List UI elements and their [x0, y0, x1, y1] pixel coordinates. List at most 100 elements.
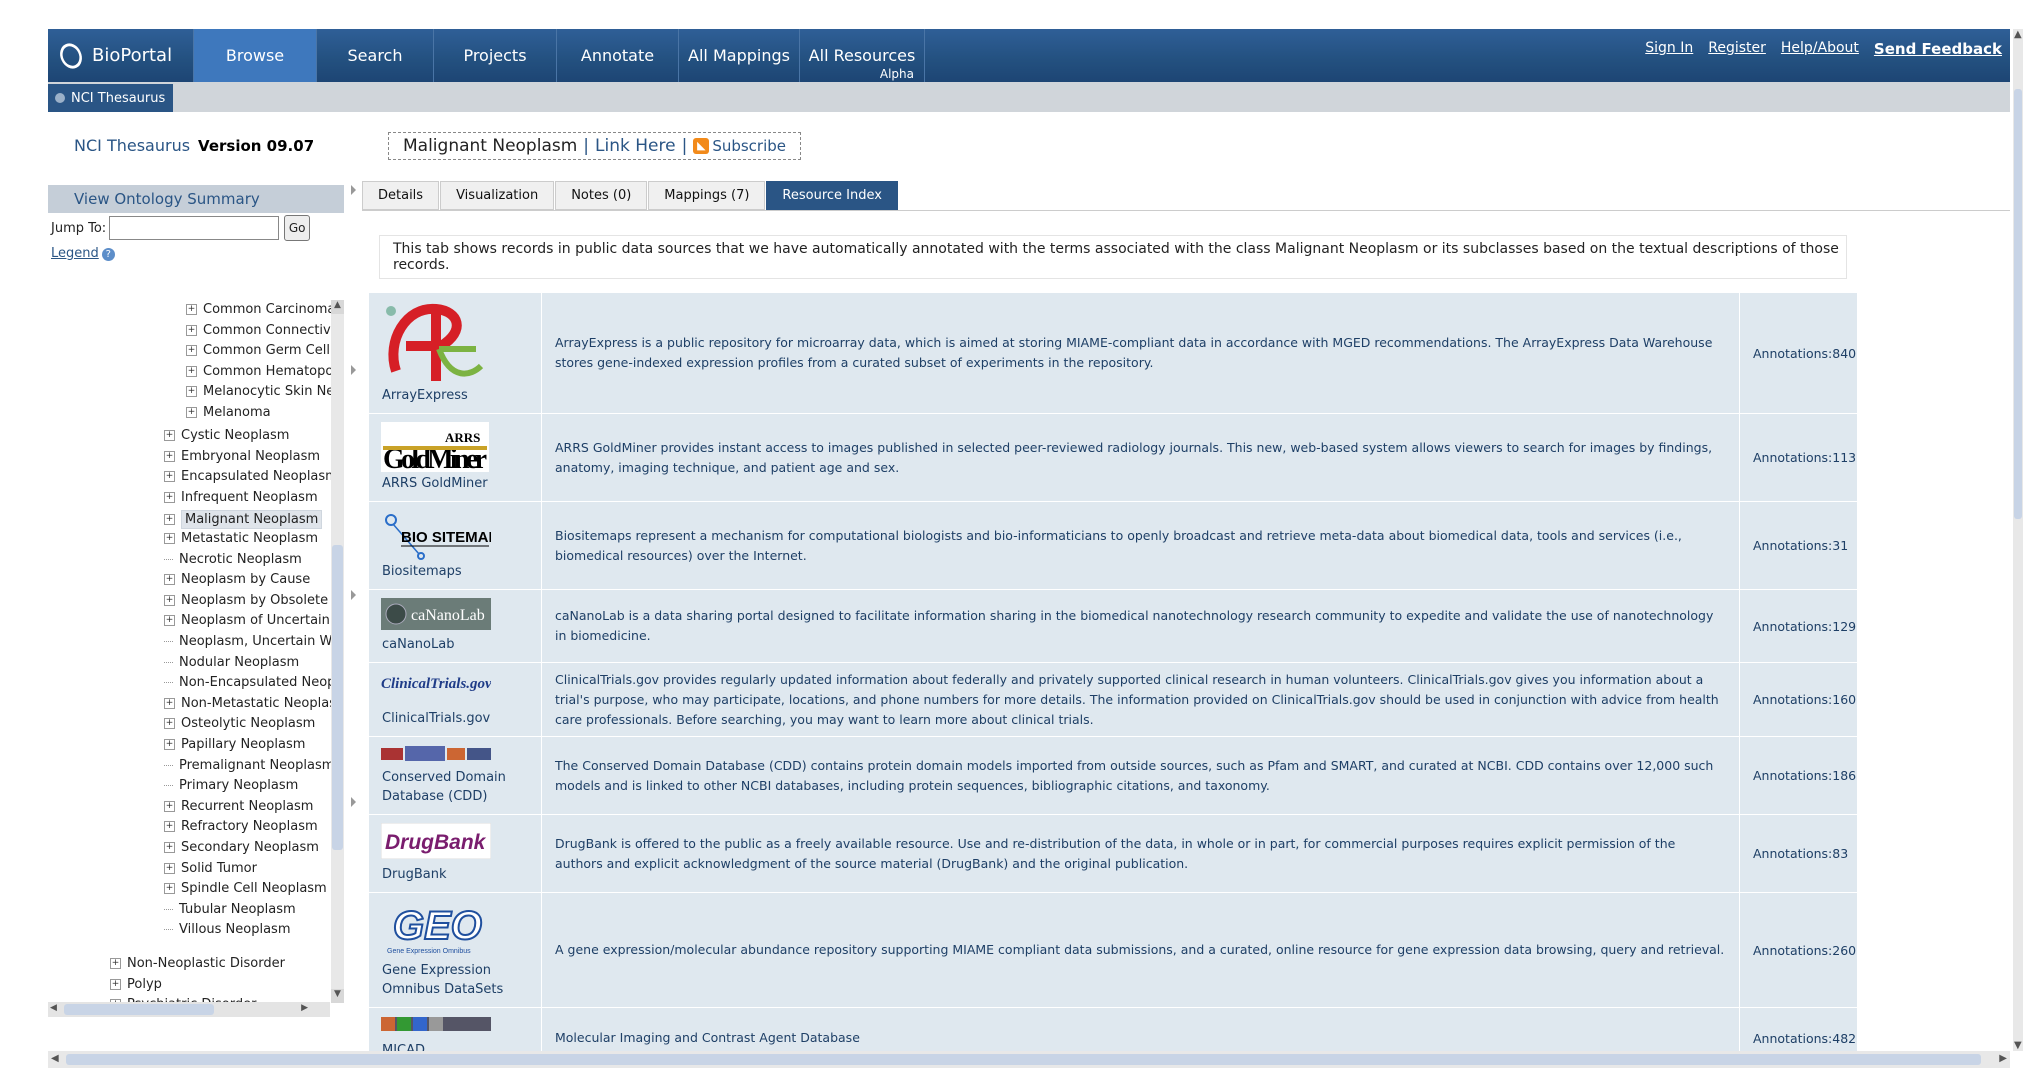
tree-node-label[interactable]: Non-Encapsulated Neopla	[179, 675, 344, 690]
resource-annotations[interactable]: Annotations:482	[1741, 1008, 1857, 1051]
resource-row[interactable]: BIO SITEMAPS Biositemaps Biositemaps repre…	[369, 502, 1857, 590]
rss-icon[interactable]: ◣	[693, 138, 710, 154]
tree-node[interactable]: + Neoplasm of Uncertain M	[164, 613, 344, 628]
bioportal-logo[interactable]: BioPortal	[48, 29, 193, 82]
tree-vertical-scrollbar[interactable]: ▲ ▼	[331, 300, 344, 1003]
send-feedback-link[interactable]: Send Feedback	[1874, 40, 2002, 58]
resource-name[interactable]: Conserved Domain Database (CDD)	[382, 768, 532, 806]
tree-node[interactable]: + Recurrent Neoplasm	[164, 799, 313, 814]
resource-name[interactable]: ClinicalTrials.gov	[382, 709, 532, 728]
go-button[interactable]: Go	[284, 215, 311, 241]
expand-icon[interactable]: +	[164, 718, 175, 730]
resource-row[interactable]: DrugBank DrugBank DrugBank is offered to t…	[369, 815, 1857, 893]
nav-tab-search[interactable]: Search	[316, 29, 433, 82]
drugbank-logo[interactable]: DrugBank	[380, 822, 492, 863]
expand-icon[interactable]: +	[186, 304, 197, 315]
close-tab-icon[interactable]	[55, 93, 65, 103]
tree-node[interactable]: + Neoplasm by Obsolete Cl	[164, 593, 344, 608]
resource-name[interactable]: Gene Expression Omnibus DataSets	[382, 961, 532, 999]
tree-node-label[interactable]: Premalignant Neoplasm	[179, 758, 334, 773]
scroll-up-icon[interactable]: ▲	[331, 300, 344, 314]
geo-logo[interactable]: GEO Gene Expression Omnibus	[381, 901, 491, 959]
collapse-arrow-icon[interactable]	[351, 797, 356, 807]
tree-node[interactable]: + Embryonal Neoplasm	[164, 449, 320, 464]
tree-node[interactable]: Necrotic Neoplasm	[164, 552, 302, 567]
tree-horizontal-scrollbar[interactable]: ◀ ▶	[48, 1002, 330, 1017]
tree-node[interactable]: Neoplasm, Uncertain Whe	[164, 634, 344, 649]
resource-name[interactable]: ARRS GoldMiner	[382, 474, 532, 493]
expand-icon[interactable]: +	[164, 574, 175, 586]
expand-icon[interactable]: +	[110, 978, 121, 990]
tree-node-label[interactable]: Common Carcinoma	[203, 302, 335, 317]
tree-node-label[interactable]: Secondary Neoplasm	[181, 840, 319, 855]
biositemaps-logo[interactable]: BIO SITEMAPS	[381, 510, 509, 564]
collapse-arrow-icon[interactable]	[351, 365, 356, 375]
tree-node-label[interactable]: Non-Metastatic Neoplasm	[181, 696, 344, 711]
scroll-down-icon[interactable]: ▼	[2014, 1040, 2022, 1051]
tab-visualization[interactable]: Visualization	[440, 181, 555, 210]
help-about-link[interactable]: Help/About	[1781, 40, 1859, 58]
tree-node-label[interactable]: Neoplasm by Obsolete Cl	[181, 593, 344, 608]
tree-node[interactable]: + Melanocytic Skin Nec	[186, 384, 341, 399]
arrayexpress-logo[interactable]	[381, 301, 491, 393]
tree-node[interactable]: + Melanoma	[186, 405, 271, 420]
tree-node-label[interactable]: Cystic Neoplasm	[181, 428, 289, 443]
resource-annotations[interactable]: Annotations:31	[1741, 502, 1857, 589]
tree-node[interactable]: + Common Hematopoie	[186, 364, 344, 379]
micad-logo[interactable]	[381, 1016, 491, 1035]
tree-node-label[interactable]: Villous Neoplasm	[179, 922, 290, 937]
expand-icon[interactable]: +	[186, 345, 197, 357]
expand-icon[interactable]: +	[164, 862, 175, 874]
tree-node-label[interactable]: Refractory Neoplasm	[181, 819, 318, 834]
tree-node-label[interactable]: Neoplasm by Cause	[181, 572, 310, 587]
cananolab-logo[interactable]: caNanoLab	[381, 598, 491, 634]
subscribe-link[interactable]: Subscribe	[712, 137, 786, 155]
expand-icon[interactable]: +	[164, 739, 175, 750]
tree-node-label[interactable]: Primary Neoplasm	[179, 778, 298, 793]
expand-icon[interactable]: +	[164, 615, 175, 627]
tree-node-label[interactable]: Non-Neoplastic Disorder	[127, 956, 285, 971]
jump-to-input[interactable]	[109, 216, 280, 240]
tree-node[interactable]: + Polyp	[110, 977, 162, 992]
tab-resource-index[interactable]: Resource Index	[766, 181, 898, 210]
expand-icon[interactable]: +	[164, 491, 175, 503]
tree-node-label[interactable]: Common Germ Cell Tu	[203, 343, 344, 358]
tree-node[interactable]: Non-Encapsulated Neopla	[164, 675, 344, 690]
tree-node[interactable]: + Osteolytic Neoplasm	[164, 716, 315, 731]
collapse-arrow-icon[interactable]	[351, 590, 356, 600]
scroll-right-icon[interactable]: ▶	[301, 1003, 308, 1013]
tree-node-label[interactable]: Neoplasm, Uncertain Whe	[179, 634, 344, 649]
ontology-name[interactable]: NCI Thesaurus	[74, 136, 190, 155]
resource-name[interactable]: Biositemaps	[382, 562, 532, 581]
tree-node[interactable]: Nodular Neoplasm	[164, 655, 299, 670]
resource-annotations[interactable]: Annotations:83	[1741, 815, 1857, 892]
tree-node-label[interactable]: Tubular Neoplasm	[179, 902, 296, 917]
expand-icon[interactable]: +	[186, 365, 197, 377]
resource-name[interactable]: ArrayExpress	[382, 386, 532, 405]
expand-icon[interactable]: +	[110, 958, 121, 969]
expand-icon[interactable]: +	[164, 430, 175, 441]
tree-node[interactable]: Tubular Neoplasm	[164, 902, 296, 917]
page-horizontal-scrollbar[interactable]: ◀ ▶	[48, 1051, 2010, 1068]
expand-icon[interactable]: +	[164, 514, 175, 526]
resource-row[interactable]: GEO Gene Expression Omnibus Gene Expressio…	[369, 893, 1857, 1008]
tree-node[interactable]: + Cystic Neoplasm	[164, 428, 289, 443]
expand-icon[interactable]: +	[164, 471, 175, 483]
expand-icon[interactable]: +	[164, 697, 175, 709]
view-ontology-summary[interactable]: View Ontology Summary	[48, 185, 344, 213]
scroll-down-icon[interactable]: ▼	[331, 989, 344, 1003]
resource-name[interactable]: caNanoLab	[382, 635, 532, 654]
resource-annotations[interactable]: Annotations:840	[1741, 293, 1857, 413]
resource-row[interactable]: ArrayExpress ArrayExpress is a public rep…	[369, 293, 1857, 414]
tree-node-label[interactable]: Neoplasm of Uncertain M	[181, 613, 344, 628]
expand-icon[interactable]: +	[186, 386, 197, 398]
tree-node-label[interactable]: Malignant Neoplasm	[181, 510, 323, 530]
resource-annotations[interactable]: Annotations:129	[1741, 590, 1857, 662]
nav-tab-all-mappings[interactable]: All Mappings	[678, 29, 799, 82]
resource-annotations[interactable]: Annotations:260	[1741, 893, 1857, 1007]
nav-tab-projects[interactable]: Projects	[433, 29, 556, 82]
tree-node-label[interactable]: Papillary Neoplasm	[181, 737, 305, 752]
tree-node[interactable]: + Neoplasm by Cause	[164, 572, 310, 587]
resource-row[interactable]: caNanoLab caNanoLab caNanoLab is a data sh…	[369, 590, 1857, 663]
resource-annotations[interactable]: Annotations:186	[1741, 737, 1857, 814]
